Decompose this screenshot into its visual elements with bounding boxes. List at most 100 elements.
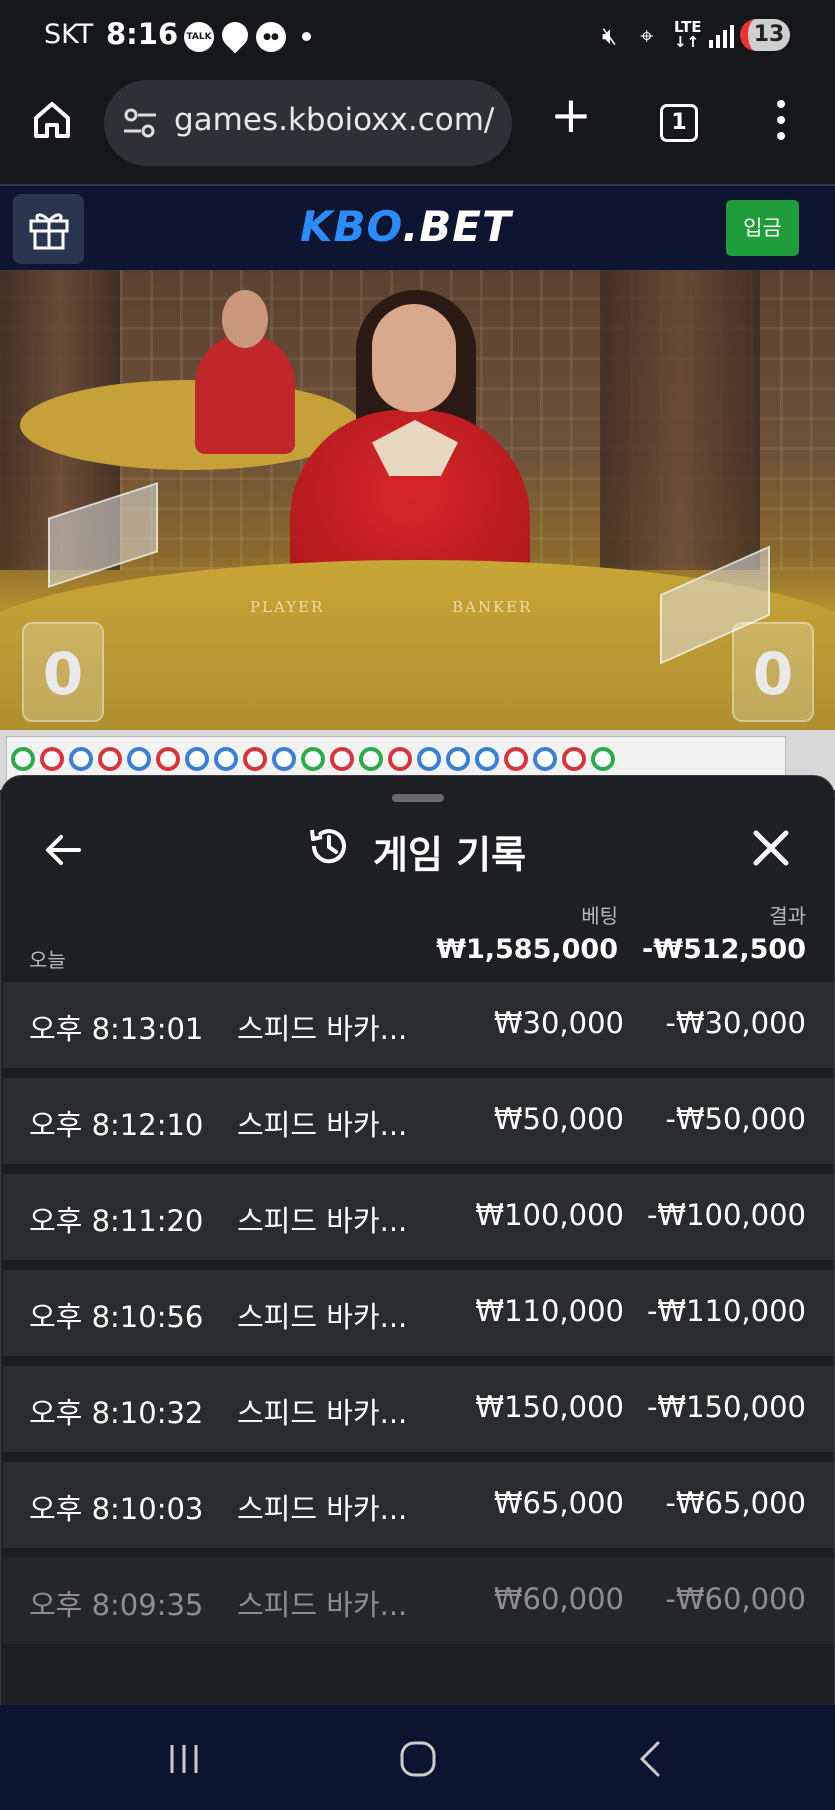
bead-road-marker <box>301 747 325 771</box>
game-history-sheet: 게임 기록 베팅 결과 오늘 ₩1,585,000 -₩512,500 오후 8… <box>0 775 835 1705</box>
browser-toolbar: games.kboioxx.com/ + 1 <box>0 72 835 184</box>
carrier-label: SKT <box>44 19 94 50</box>
drag-handle[interactable] <box>392 794 444 802</box>
sheet-title: 게임 기록 <box>373 833 527 877</box>
row-bet: ₩50,000 <box>493 1102 624 1136</box>
home-nav-button[interactable] <box>396 1737 440 1781</box>
bead-road-marker <box>388 747 412 771</box>
close-button[interactable] <box>751 828 791 868</box>
bead-road-marker <box>446 747 470 771</box>
bead-road-marker <box>98 747 122 771</box>
row-result: -₩30,000 <box>665 1006 806 1040</box>
home-circle-icon <box>400 1741 436 1777</box>
recent-apps-icon <box>170 1745 198 1773</box>
bead-road-marker <box>533 747 557 771</box>
history-list: 오후 8:13:01 스피드 바카... ₩30,000 -₩30,000 오후… <box>3 982 834 1654</box>
row-result: -₩110,000 <box>646 1294 806 1328</box>
history-row[interactable]: 오후 8:12:10 스피드 바카... ₩50,000 -₩50,000 <box>3 1078 834 1164</box>
bead-road-marker <box>591 747 615 771</box>
row-time: 오후 8:10:03 <box>29 1492 204 1526</box>
bet-column-header: 베팅 <box>581 904 618 928</box>
live-dealer-video: PLAYER BANKER 0 0 <box>0 270 835 730</box>
address-bar[interactable]: games.kboioxx.com/ <box>104 80 512 166</box>
history-row[interactable]: 오후 8:11:20 스피드 바카... ₩100,000 -₩100,000 <box>3 1174 834 1260</box>
row-bet: ₩110,000 <box>475 1294 624 1328</box>
url-text[interactable]: games.kboioxx.com/ <box>174 102 494 138</box>
row-time: 오후 8:13:01 <box>29 1012 204 1046</box>
bead-road-marker <box>243 747 267 771</box>
row-result: -₩100,000 <box>646 1198 806 1232</box>
location-pin-icon <box>216 16 254 54</box>
row-result: -₩60,000 <box>665 1582 806 1616</box>
battery-indicator: 13 <box>740 19 790 51</box>
bead-road-marker <box>330 747 354 771</box>
summary-bet-total: ₩1,585,000 <box>436 934 618 965</box>
row-result: -₩150,000 <box>646 1390 806 1424</box>
row-bet: ₩60,000 <box>493 1582 624 1616</box>
row-time: 오후 8:10:32 <box>29 1396 204 1430</box>
deposit-button[interactable]: 입금 <box>726 200 799 256</box>
mute-icon: 🔇︎ <box>602 22 618 50</box>
back-arrow-icon <box>46 835 81 865</box>
back-button[interactable] <box>41 828 85 872</box>
bead-road-marker <box>359 747 383 771</box>
clock: 8:16 <box>106 17 179 51</box>
bead-road-marker <box>475 747 499 771</box>
row-result: -₩65,000 <box>665 1486 806 1520</box>
row-time: 오후 8:12:10 <box>29 1108 204 1142</box>
recent-apps-button[interactable] <box>162 1737 206 1781</box>
banker-zone-label: BANKER <box>452 598 533 616</box>
history-row[interactable]: 오후 8:13:01 스피드 바카... ₩30,000 -₩30,000 <box>3 982 834 1068</box>
bead-road-marker <box>127 747 151 771</box>
history-row[interactable]: 오후 8:10:56 스피드 바카... ₩110,000 -₩110,000 <box>3 1270 834 1356</box>
row-bet: ₩150,000 <box>475 1390 624 1424</box>
row-bet: ₩100,000 <box>475 1198 624 1232</box>
tab-switcher-button[interactable]: 1 <box>660 104 698 142</box>
site-header: KBO.BET 입금 <box>0 184 835 270</box>
row-bet: ₩65,000 <box>493 1486 624 1520</box>
row-time: 오후 8:11:20 <box>29 1204 204 1238</box>
overflow-menu-button[interactable] <box>775 100 787 146</box>
row-game: 스피드 바카... <box>237 1012 408 1046</box>
row-game: 스피드 바카... <box>237 1300 408 1334</box>
row-time: 오후 8:10:56 <box>29 1300 204 1334</box>
row-time: 오후 8:09:35 <box>29 1588 204 1622</box>
gift-icon <box>29 213 69 250</box>
player-zone-label: PLAYER <box>250 598 325 616</box>
home-icon <box>34 102 70 138</box>
banker-score: 0 <box>732 622 814 722</box>
status-bar: SKT 8:16 TALK ●● 🔇︎ ⌖ LTE ↓↑ 13 <box>0 0 835 72</box>
gift-button[interactable] <box>13 194 84 264</box>
bead-road-marker <box>272 747 296 771</box>
bead-road-marker <box>504 747 528 771</box>
bead-road-marker <box>214 747 238 771</box>
row-game: 스피드 바카... <box>237 1204 408 1238</box>
summary-date-label: 오늘 <box>29 948 66 972</box>
bead-road-marker <box>417 747 441 771</box>
site-settings-icon[interactable] <box>122 106 158 140</box>
row-game: 스피드 바카... <box>237 1108 408 1142</box>
talk-icon: TALK <box>184 22 214 52</box>
history-row[interactable]: 오후 8:09:35 스피드 바카... ₩60,000 -₩60,000 <box>3 1558 834 1644</box>
signal-icon <box>708 24 734 54</box>
system-nav-bar <box>0 1705 835 1810</box>
lte-icon: LTE ↓↑ <box>674 18 702 51</box>
new-tab-button[interactable]: + <box>550 90 592 140</box>
close-icon <box>753 830 789 866</box>
bead-road-marker <box>562 747 586 771</box>
row-bet: ₩30,000 <box>493 1006 624 1040</box>
row-game: 스피드 바카... <box>237 1588 408 1622</box>
row-game: 스피드 바카... <box>237 1492 408 1526</box>
history-row[interactable]: 오후 8:10:32 스피드 바카... ₩150,000 -₩150,000 <box>3 1366 834 1452</box>
history-row[interactable]: 오후 8:10:03 스피드 바카... ₩65,000 -₩65,000 <box>3 1462 834 1548</box>
result-column-header: 결과 <box>769 904 806 928</box>
site-logo[interactable]: KBO.BET <box>300 202 512 251</box>
history-icon <box>306 824 350 868</box>
home-button[interactable] <box>30 98 74 142</box>
notification-dot-icon <box>302 32 311 41</box>
row-result: -₩50,000 <box>665 1102 806 1136</box>
bead-road-marker <box>40 747 64 771</box>
bead-road-marker <box>156 747 180 771</box>
bead-road-marker <box>69 747 93 771</box>
back-nav-button[interactable] <box>630 1737 674 1781</box>
